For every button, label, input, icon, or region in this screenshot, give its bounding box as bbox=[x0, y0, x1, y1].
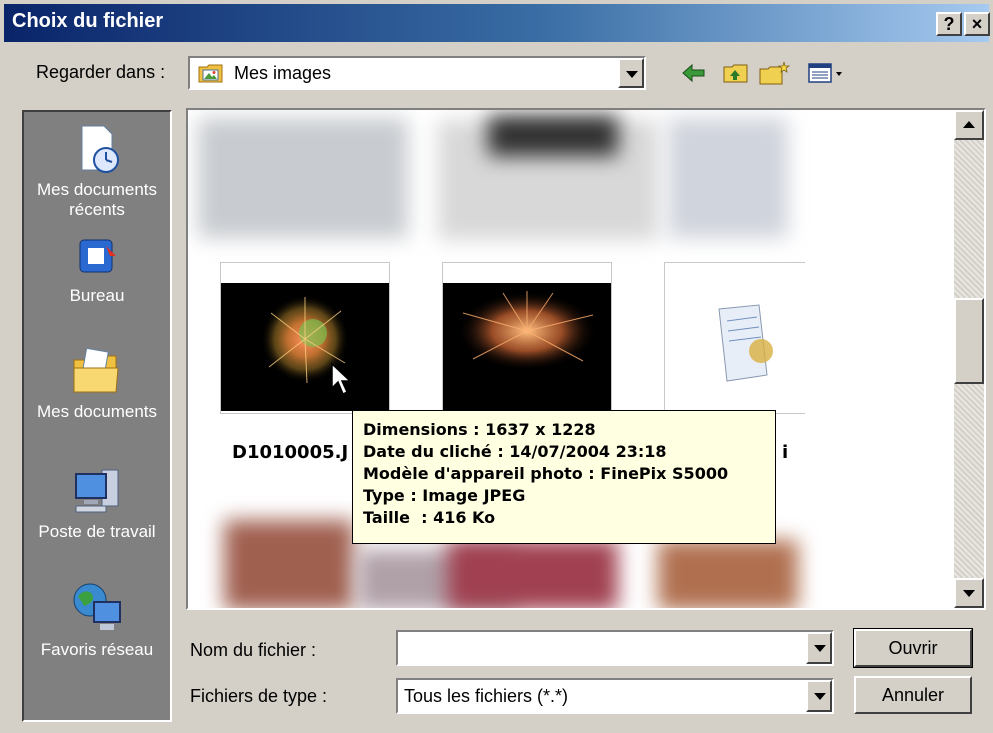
file-thumbnail[interactable] bbox=[220, 262, 390, 414]
title-bar[interactable]: Choix du fichier ? × bbox=[4, 4, 990, 42]
cancel-button[interactable]: Annuler bbox=[854, 676, 972, 714]
tooltip-type: Type : Image JPEG bbox=[363, 486, 526, 505]
view-menu-icon[interactable] bbox=[806, 60, 846, 86]
up-folder-icon[interactable] bbox=[722, 60, 750, 86]
place-label: Poste de travail bbox=[38, 522, 156, 541]
filetype-label: Fichiers de type : bbox=[190, 686, 328, 706]
file-thumbnail[interactable] bbox=[442, 262, 612, 414]
file-open-dialog: Choix du fichier ? × Regarder dans : Mes… bbox=[0, 0, 993, 733]
scroll-thumb[interactable] bbox=[954, 298, 984, 384]
firework-burst-icon bbox=[457, 291, 597, 371]
open-button[interactable]: Ouvrir bbox=[853, 628, 973, 668]
file-thumbnail[interactable] bbox=[664, 262, 805, 414]
places-bar: Mes documents récents Bureau Mes documen… bbox=[22, 110, 172, 722]
help-button[interactable]: ? bbox=[936, 12, 962, 36]
lookin-dropdown[interactable]: Mes images bbox=[188, 56, 646, 90]
filetype-value: Tous les fichiers (*.*) bbox=[404, 686, 569, 706]
thumbnail-blurred bbox=[668, 118, 788, 238]
my-documents-icon bbox=[73, 347, 119, 393]
firework-burst-icon bbox=[261, 295, 349, 384]
place-label: récents bbox=[69, 200, 125, 219]
lookin-value: Mes images bbox=[234, 63, 332, 83]
file-name: D1010005.J bbox=[232, 442, 349, 463]
mouse-pointer-icon bbox=[331, 362, 352, 396]
recent-documents-icon bbox=[81, 125, 119, 173]
lookin-label: Regarder dans : bbox=[36, 62, 166, 82]
tooltip-dimensions: Dimensions : 1637 x 1228 bbox=[363, 420, 596, 439]
file-info-tooltip: Dimensions : 1637 x 1228 Date du cliché … bbox=[352, 410, 776, 544]
vertical-scrollbar[interactable] bbox=[954, 110, 984, 608]
place-network-places[interactable]: Favoris réseau bbox=[24, 580, 170, 660]
place-label: Mes documents bbox=[37, 180, 157, 199]
thumbnail-blurred bbox=[448, 540, 618, 608]
dialog-title: Choix du fichier bbox=[12, 10, 164, 32]
thumbnail-blurred bbox=[224, 520, 354, 608]
tooltip-date: Date du cliché : 14/07/2004 23:18 bbox=[363, 442, 667, 461]
place-my-documents[interactable]: Mes documents bbox=[24, 346, 170, 422]
place-label: Bureau bbox=[69, 286, 125, 305]
thumbnail-blurred bbox=[658, 540, 798, 608]
scroll-down-button[interactable] bbox=[954, 578, 984, 608]
file-name-fragment: i bbox=[782, 442, 789, 463]
place-my-computer[interactable]: Poste de travail bbox=[24, 464, 170, 542]
scroll-up-button[interactable] bbox=[954, 110, 984, 140]
my-pictures-folder-icon bbox=[198, 64, 223, 83]
firework-image bbox=[443, 283, 611, 411]
back-arrow-icon[interactable] bbox=[680, 60, 708, 86]
place-label: Mes documents bbox=[37, 402, 157, 421]
network-places-icon bbox=[73, 583, 121, 630]
thumbnail-blurred bbox=[198, 118, 408, 238]
filename-label: Nom du fichier : bbox=[190, 640, 317, 660]
tooltip-camera-model: Modèle d'appareil photo : FinePix S5000 bbox=[363, 464, 729, 483]
filename-input[interactable] bbox=[396, 630, 834, 666]
place-label: Favoris réseau bbox=[40, 640, 154, 659]
place-desktop[interactable]: Bureau bbox=[24, 236, 170, 306]
filetype-dropdown[interactable]: Tous les fichiers (*.*) bbox=[396, 678, 834, 714]
thumbnail-blurred bbox=[488, 116, 618, 156]
new-folder-icon[interactable] bbox=[758, 60, 792, 86]
firework-image bbox=[221, 283, 389, 411]
document-file-icon bbox=[718, 304, 773, 382]
lookin-dropdown-arrow[interactable] bbox=[618, 58, 644, 88]
place-recent-documents[interactable]: Mes documents récents bbox=[24, 122, 170, 220]
filetype-dropdown-arrow[interactable] bbox=[806, 680, 832, 712]
my-computer-icon bbox=[75, 469, 119, 513]
close-button[interactable]: × bbox=[964, 12, 990, 36]
tooltip-size: Taille : 416 Ko bbox=[363, 508, 496, 527]
desktop-icon bbox=[79, 239, 116, 273]
filename-dropdown-arrow[interactable] bbox=[806, 632, 832, 664]
